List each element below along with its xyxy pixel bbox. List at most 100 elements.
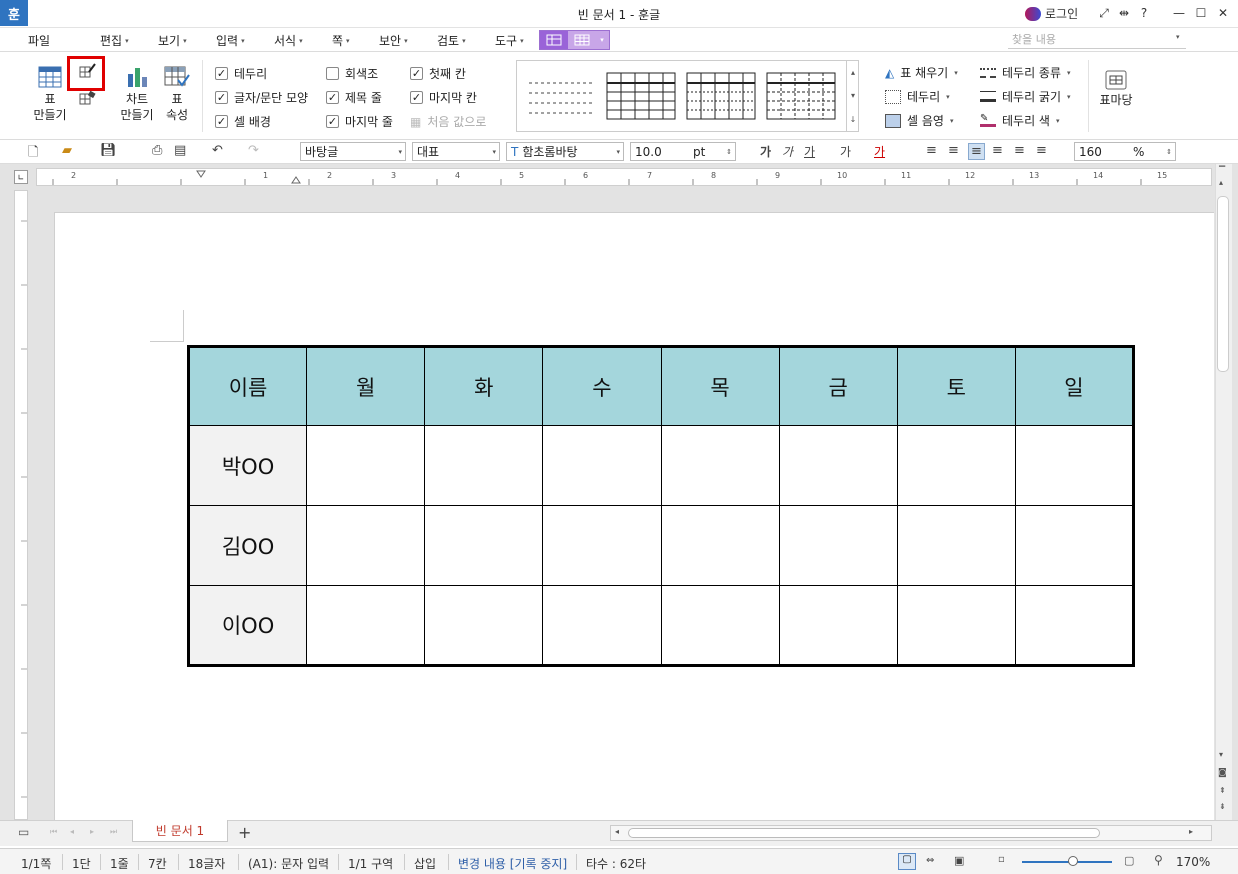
table-cell[interactable] (1014, 425, 1135, 506)
zoom-slider-track[interactable] (1022, 861, 1112, 863)
menu-security[interactable]: 보안 ▾ (379, 32, 408, 49)
menu-view[interactable]: 보기 ▾ (158, 32, 187, 49)
vertical-ruler[interactable] (14, 190, 28, 820)
table-cell[interactable] (424, 505, 544, 586)
status-track-changes[interactable]: 변경 내용 [기록 중지] (458, 855, 567, 872)
comment-icon[interactable]: ▭ (18, 825, 29, 839)
check-border[interactable]: 테두리 (215, 65, 267, 82)
vertical-scroll-thumb[interactable] (1217, 196, 1229, 372)
align-left-icon[interactable]: ≡ (948, 143, 959, 158)
table-style-grid-dotted[interactable] (685, 71, 757, 121)
header-cell-wed[interactable]: 수 (542, 346, 662, 426)
table-cell[interactable] (542, 585, 662, 666)
table-cell[interactable] (778, 585, 898, 666)
redo-icon[interactable]: ↷ (248, 143, 259, 158)
chart-make-button[interactable]: 차트 만들기 (118, 66, 156, 123)
split-icon[interactable]: ⇹ (1116, 4, 1132, 22)
status-insert-mode[interactable]: 삽입 (414, 855, 436, 872)
style-select[interactable]: 바탕글 ▾ (300, 142, 406, 161)
font-select[interactable]: T 함초롬바탕 ▾ (506, 142, 624, 161)
checkbox[interactable] (215, 115, 228, 128)
new-doc-icon[interactable]: 🗋 (28, 143, 38, 165)
table-cell[interactable] (778, 505, 898, 586)
name-cell[interactable]: 김OO (187, 505, 308, 586)
table-style-dashed[interactable] (765, 71, 837, 121)
header-cell-fri[interactable]: 금 (778, 346, 898, 426)
menu-tools[interactable]: 도구 ▾ (495, 32, 524, 49)
table-fill-button[interactable]: ◭ 표 채우기 ▾ (885, 64, 958, 81)
table-style-grid[interactable] (605, 71, 677, 121)
close-button[interactable]: ✕ (1214, 4, 1232, 22)
menu-edit[interactable]: 편집 ▾ (100, 32, 129, 49)
name-cell[interactable]: 박OO (187, 425, 308, 506)
table-cell[interactable] (896, 425, 1016, 506)
check-last-col[interactable]: 마지막 칸 (410, 89, 477, 106)
menu-format[interactable]: 서식 ▾ (274, 32, 303, 49)
login-button[interactable]: 로그인 (1025, 5, 1078, 22)
menu-review[interactable]: 검토 ▾ (437, 32, 466, 49)
table-cell[interactable] (306, 425, 426, 506)
magnifier-icon[interactable]: ⚲ (1154, 853, 1163, 867)
border-button[interactable]: 테두리 ▾ (885, 88, 950, 105)
table-tabs-dropdown[interactable]: ▾ (596, 31, 608, 49)
tab-document-1[interactable]: 빈 문서 1 (132, 820, 228, 842)
align-right-icon[interactable]: ≡ (992, 143, 1003, 158)
checkbox[interactable] (215, 67, 228, 80)
check-last-row[interactable]: 마지막 줄 (326, 113, 393, 130)
bold-button[interactable]: 가 (760, 143, 771, 160)
maximize-button[interactable]: ☐ (1192, 4, 1210, 22)
table-cell[interactable] (778, 425, 898, 506)
ruler-corner-button[interactable]: ∟ (14, 170, 28, 184)
strike-button[interactable]: 가 (840, 143, 851, 160)
table-cell[interactable] (542, 425, 662, 506)
align-distribute-icon[interactable]: ≡ (1014, 143, 1025, 158)
print-icon[interactable]: ⎙ (152, 143, 162, 158)
cell-shade-button[interactable]: 셀 음영 ▾ (885, 112, 953, 129)
document-table[interactable]: 이름 월 화 수 목 금 토 일 박OO 김OO 이OO (187, 345, 1135, 667)
table-style-plain[interactable] (525, 71, 597, 121)
table-design-tab[interactable] (540, 31, 568, 49)
border-thickness-button[interactable]: 테두리 굵기 ▾ (980, 88, 1071, 105)
header-cell-name[interactable]: 이름 (187, 346, 308, 426)
header-cell-mon[interactable]: 월 (306, 346, 426, 426)
table-cell[interactable] (306, 585, 426, 666)
zoom-slider-handle[interactable] (1068, 856, 1078, 866)
check-first-col[interactable]: 첫째 칸 (410, 65, 466, 82)
name-cell[interactable]: 이OO (187, 585, 308, 666)
prev-tab-icon[interactable]: ◂ (70, 827, 74, 836)
gallery-scroller[interactable]: ▴ ▾ ↓ (846, 61, 859, 131)
check-title-row[interactable]: 제목 줄 (326, 89, 382, 106)
zoom-in-icon[interactable]: ▢ (1124, 854, 1134, 867)
checkbox[interactable] (410, 67, 423, 80)
save-icon[interactable]: 💾︎ (100, 143, 117, 158)
search-dropdown-icon[interactable]: ▾ (1176, 33, 1180, 41)
table-cell[interactable] (424, 425, 544, 506)
horizontal-ruler[interactable]: 2 1 2 3 4 5 6 7 8 9 10 11 12 13 14 15 (36, 168, 1212, 186)
search-input[interactable]: 찾을 내용 (1008, 31, 1186, 49)
minimize-button[interactable]: — (1170, 4, 1188, 22)
menu-insert[interactable]: 입력 ▾ (216, 32, 245, 49)
table-erase-icon[interactable] (78, 90, 98, 111)
align-divide-icon[interactable]: ≡ (1036, 143, 1047, 158)
reset-default-button[interactable]: ▦ 처음 값으로 (410, 113, 486, 130)
last-tab-icon[interactable]: ⏭ (110, 827, 117, 837)
view-width-icon[interactable]: ⇔ (926, 855, 934, 866)
check-grayscale[interactable]: 회색조 (326, 65, 378, 82)
underline-button[interactable]: 가 (804, 143, 815, 160)
align-justify-icon[interactable]: ≡ (926, 143, 937, 158)
align-center-icon[interactable]: ≡ (968, 143, 985, 160)
table-cell[interactable] (1014, 585, 1135, 666)
border-color-button[interactable]: ✎ 테두리 색 ▾ (980, 112, 1060, 129)
horizontal-scroll-thumb[interactable] (628, 828, 1100, 838)
zoom-select[interactable]: 160% ⇕ (1074, 142, 1176, 161)
checkbox[interactable] (326, 115, 339, 128)
font-color-button[interactable]: 가 (874, 143, 885, 160)
checkbox[interactable] (326, 91, 339, 104)
checkbox[interactable] (410, 91, 423, 104)
table-cell[interactable] (424, 585, 544, 666)
table-cell[interactable] (660, 505, 780, 586)
zoom-out-icon[interactable]: ▫ (998, 854, 1005, 865)
preview-icon[interactable]: ▤ (174, 143, 186, 158)
view-normal-icon[interactable]: ▢ (898, 853, 916, 870)
table-make-button[interactable]: 표 만들기 (28, 66, 72, 123)
